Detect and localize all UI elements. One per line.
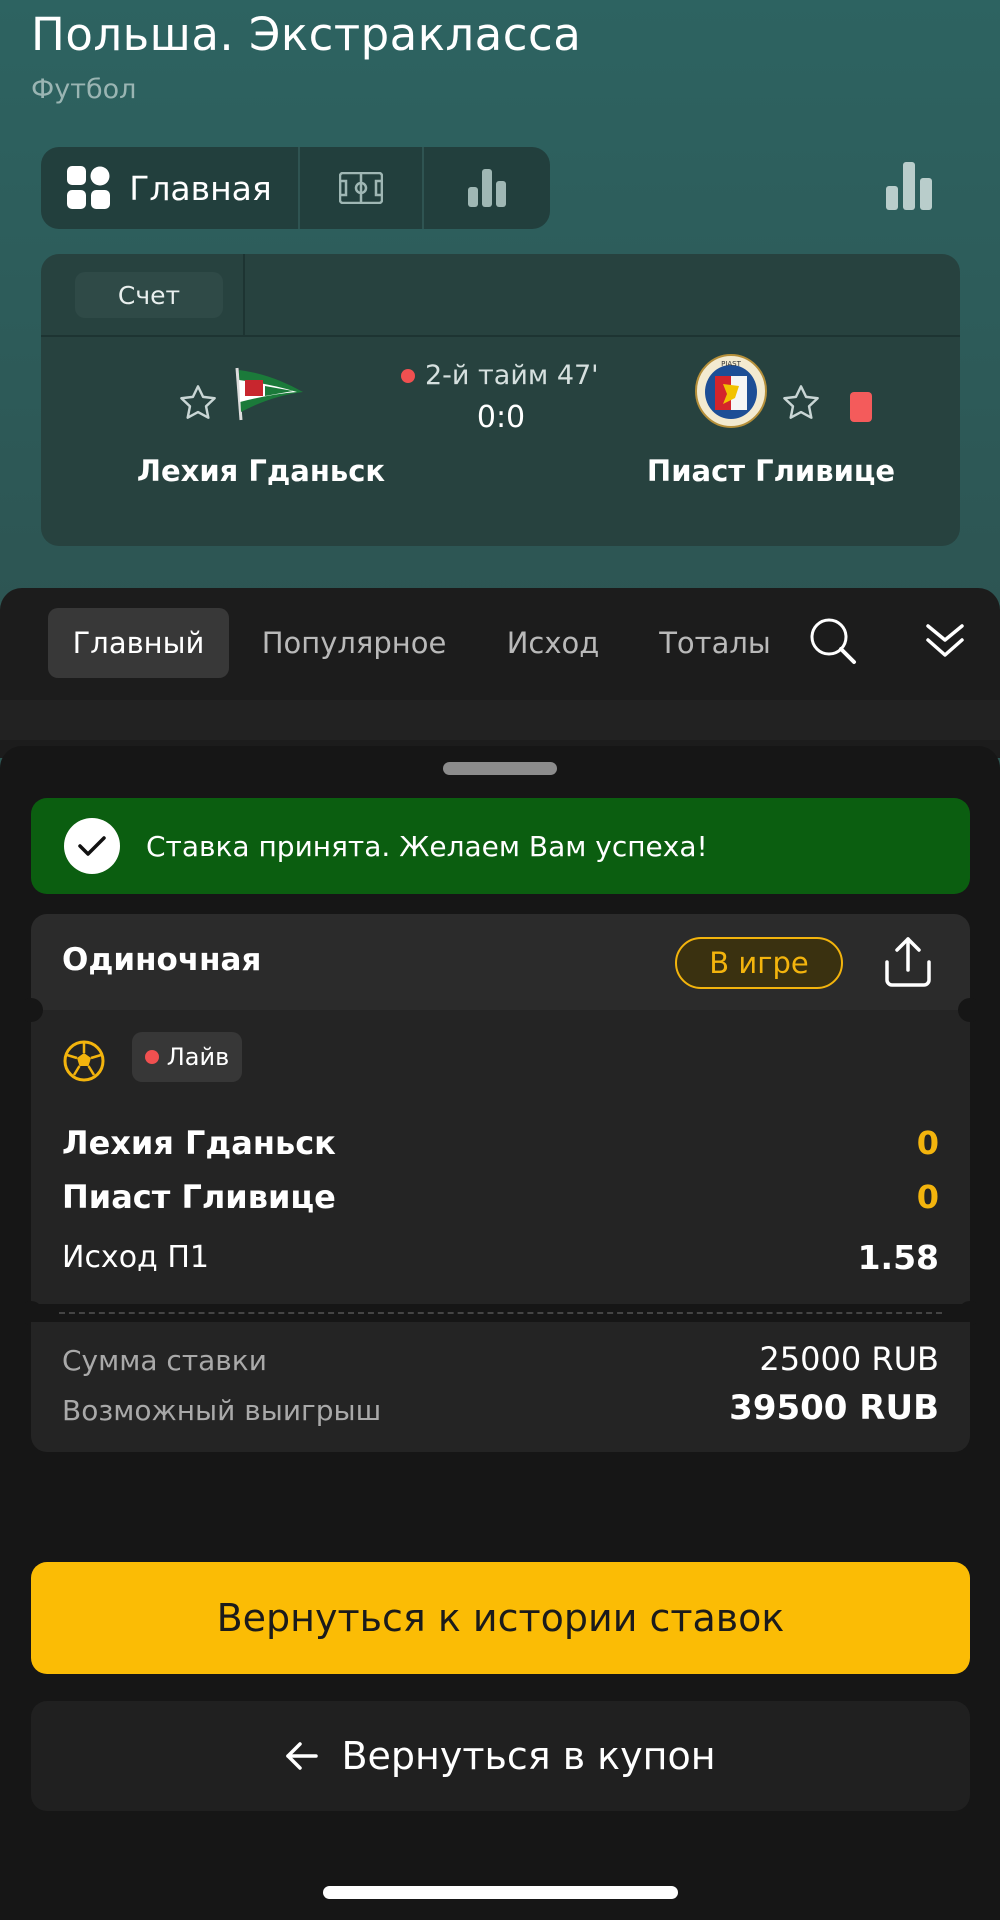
bet-away-score: 0 bbox=[916, 1178, 939, 1216]
bet-odds: 1.58 bbox=[857, 1238, 939, 1277]
tab-score[interactable]: Счет bbox=[75, 272, 223, 318]
back-to-history-button[interactable]: Вернуться к истории ставок bbox=[31, 1562, 970, 1674]
win-value: 39500 RUB bbox=[729, 1388, 939, 1428]
tab-popular[interactable]: Популярное bbox=[246, 608, 462, 678]
segment-main-label: Главная bbox=[129, 168, 272, 208]
away-team-logo: PIAST bbox=[695, 354, 767, 432]
view-segment-control: Главная bbox=[41, 147, 550, 229]
football-icon-svg bbox=[63, 1040, 105, 1082]
arrow-left-icon bbox=[286, 1742, 319, 1770]
check-circle-icon bbox=[64, 818, 120, 874]
home-team-logo bbox=[231, 366, 305, 426]
tab-totals[interactable]: Тоталы bbox=[648, 608, 782, 678]
bet-home-score: 0 bbox=[916, 1124, 939, 1162]
home-indicator[interactable] bbox=[323, 1886, 678, 1899]
bet-card-header: Одиночная В игре bbox=[31, 914, 970, 1010]
double-chevron-down-icon bbox=[926, 624, 964, 657]
home-team-name: Лехия Гданьск bbox=[136, 454, 386, 488]
tab-divider bbox=[243, 254, 245, 337]
bet-amounts: Сумма ставки 25000 RUB Возможный выигрыш… bbox=[31, 1322, 970, 1452]
period-text: 2-й тайм 47' bbox=[425, 360, 599, 391]
bet-status-badge: В игре bbox=[675, 937, 843, 989]
lechia-flag-logo bbox=[235, 367, 303, 421]
piast-crest-logo: PIAST bbox=[695, 354, 767, 428]
favorite-home-button[interactable] bbox=[177, 382, 219, 428]
bet-event-details: Лайв Лехия Гданьск 0 Пиаст Гливице 0 Исх… bbox=[31, 1010, 970, 1304]
success-banner: Ставка принята. Желаем Вам успеха! bbox=[31, 798, 970, 894]
grid-icon bbox=[67, 166, 111, 209]
red-card-icon bbox=[850, 392, 872, 422]
bet-home-team: Лехия Гданьск bbox=[62, 1124, 336, 1162]
score-tabbar: Счет bbox=[41, 254, 960, 337]
bet-type: Одиночная bbox=[62, 942, 262, 978]
bar-chart-icon bbox=[886, 162, 932, 210]
league-title: Польша. Экстракласса bbox=[31, 8, 582, 61]
star-icon bbox=[180, 385, 216, 419]
bet-card: Одиночная В игре Лайв Лехия Гданьск 0 Пи… bbox=[19, 914, 982, 1452]
away-team-name: Пиаст Гливице bbox=[646, 454, 896, 488]
segment-stats[interactable] bbox=[424, 147, 550, 229]
live-badge: Лайв bbox=[132, 1032, 242, 1082]
bar-chart-icon bbox=[468, 169, 506, 207]
statistics-button[interactable] bbox=[886, 162, 932, 214]
stake-label: Сумма ставки bbox=[62, 1344, 267, 1377]
live-label: Лайв bbox=[166, 1043, 230, 1071]
back-to-coupon-label: Вернуться в купон bbox=[341, 1734, 716, 1778]
sport-label: Футбол bbox=[31, 74, 137, 105]
tab-main-market[interactable]: Главный bbox=[48, 608, 229, 678]
back-to-coupon-button[interactable]: Вернуться в купон bbox=[31, 1701, 970, 1811]
markets-panel: Главный Популярное Исход Тоталы bbox=[0, 588, 1000, 758]
live-dot bbox=[144, 1050, 159, 1064]
bet-outcome: Исход П1 bbox=[62, 1240, 209, 1275]
svg-text:PIAST: PIAST bbox=[721, 360, 742, 368]
dashed-separator bbox=[59, 1312, 942, 1314]
scoreboard-card: Счет 2-й тайм 47' 0:0 PIAST Лехия Гданьс… bbox=[41, 254, 960, 546]
success-message: Ставка принята. Желаем Вам успеха! bbox=[146, 829, 708, 863]
stake-value: 25000 RUB bbox=[759, 1340, 939, 1378]
bet-confirmation-sheet: Ставка принята. Желаем Вам успеха! Одино… bbox=[0, 746, 1000, 1920]
collapse-button[interactable] bbox=[924, 622, 966, 664]
football-icon bbox=[63, 1040, 105, 1086]
bet-away-team: Пиаст Гливице bbox=[62, 1178, 336, 1216]
segment-main[interactable]: Главная bbox=[41, 147, 300, 229]
live-indicator bbox=[401, 368, 415, 383]
card-notch bbox=[958, 998, 982, 1022]
football-field-icon bbox=[339, 172, 383, 204]
match-period: 2-й тайм 47' bbox=[401, 360, 631, 391]
star-icon bbox=[783, 385, 819, 419]
card-notch bbox=[19, 998, 43, 1022]
hidden-market-row bbox=[0, 700, 1000, 740]
sheet-grabber[interactable] bbox=[443, 762, 557, 775]
search-icon bbox=[810, 618, 856, 664]
share-button[interactable] bbox=[883, 936, 933, 992]
match-score: 0:0 bbox=[476, 400, 526, 435]
tab-outcome[interactable]: Исход bbox=[494, 608, 612, 678]
win-label: Возможный выигрыш bbox=[62, 1394, 382, 1427]
share-icon bbox=[885, 937, 931, 987]
segment-field[interactable] bbox=[300, 147, 424, 229]
check-icon bbox=[78, 836, 106, 856]
search-button[interactable] bbox=[808, 616, 858, 670]
favorite-away-button[interactable] bbox=[780, 382, 822, 428]
